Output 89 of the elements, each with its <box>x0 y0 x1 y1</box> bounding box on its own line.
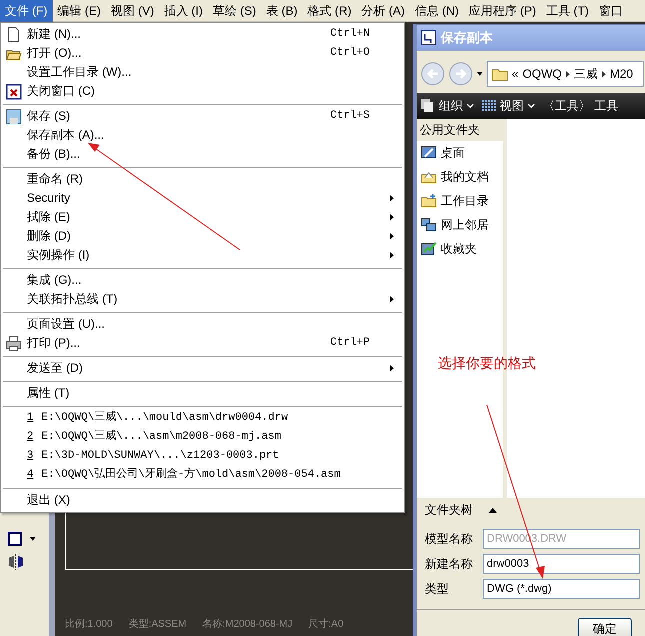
menu-item[interactable]: 退出 (X) <box>27 491 394 510</box>
field-label: 模型名称 <box>425 530 474 548</box>
shortcut-text: Ctrl+S <box>330 109 370 124</box>
forward-icon <box>449 62 473 86</box>
sidebar-item[interactable]: 桌面 <box>421 141 499 165</box>
menu-bar-item[interactable]: 分析 (A) <box>356 0 410 22</box>
save-icon <box>6 109 22 125</box>
menu-item[interactable]: 4 E:\OQWQ\弘田公司\牙刷盒-方\mold\asm\2008-054.asm <box>3 466 402 485</box>
field-label: 新建名称 <box>425 556 474 572</box>
shortcut-text: Ctrl+P <box>330 336 370 351</box>
close-window-icon <box>6 84 22 100</box>
breadcrumb-item[interactable]: 三威 <box>574 65 598 83</box>
menu-item[interactable]: 发送至 (D) <box>27 359 390 378</box>
menu-item[interactable]: 保存副本 (A)... <box>27 126 394 145</box>
status-text: 名称:M2008-068-MJ <box>202 618 293 632</box>
annotation-text: 选择你要的格式 <box>438 354 536 373</box>
field-label: 类型 <box>425 580 450 598</box>
back-icon <box>421 62 445 86</box>
status-text: 尺寸:A0 <box>308 618 344 632</box>
menu-item[interactable]: 设置工作目录 (W)... <box>27 63 394 82</box>
shortcut-text: Ctrl+N <box>330 27 370 42</box>
menu-bar-item[interactable]: 草绘 (S) <box>208 0 262 22</box>
input-field[interactable]: DWG (*.dwg) <box>483 578 640 598</box>
menu-item[interactable]: 页面设置 (U)... <box>27 315 394 334</box>
menu-item[interactable]: 实例操作 (I) <box>27 246 390 265</box>
window-icon <box>8 532 22 546</box>
menu-item[interactable]: 属性 (T) <box>27 384 394 403</box>
menu-bar-item[interactable]: 格式 (R) <box>302 0 357 22</box>
mirror-icon <box>8 554 24 570</box>
window-icon <box>421 30 437 46</box>
caret-icon <box>30 537 36 541</box>
breadcrumb-item[interactable]: M20 <box>610 65 634 83</box>
menu-item[interactable]: 新建 (N)... <box>27 25 330 44</box>
menu-item[interactable]: Security <box>27 189 390 208</box>
menu-item[interactable]: 关联拓扑总线 (T) <box>27 290 390 309</box>
chevron-down-icon <box>528 104 535 108</box>
status-text: 比例:1.000 <box>65 618 113 632</box>
menu-bar-item[interactable]: 表 (B) <box>261 0 303 22</box>
folder-icon <box>421 193 437 209</box>
folder-icon <box>492 68 508 80</box>
input-field[interactable]: drw0003 <box>483 554 640 574</box>
menu-bar-item[interactable]: 编辑 (E) <box>52 0 106 22</box>
grid-icon <box>482 100 496 112</box>
favorites-icon <box>421 241 437 257</box>
sidebar-item[interactable]: 网上邻居 <box>421 213 499 237</box>
pages-icon <box>421 99 435 113</box>
menu-bar-item[interactable]: 窗口 <box>594 0 628 22</box>
menu-bar-item[interactable]: 应用程序 (P) <box>464 0 542 22</box>
sidebar-item[interactable]: 我的文档 <box>421 165 499 189</box>
menu-item[interactable]: 1 E:\OQWQ\三威\...\mould\asm\drw0004.drw <box>3 409 402 428</box>
shortcut-text: Ctrl+O <box>330 46 370 61</box>
menu-item[interactable]: 拭除 (E) <box>27 208 390 227</box>
menu-item[interactable]: 2 E:\OQWQ\三威\...\asm\m2008-068-mj.asm <box>3 428 402 447</box>
sidebar-item[interactable]: 收藏夹 <box>421 237 499 261</box>
sidebar-item[interactable]: 工作目录 <box>421 189 499 213</box>
menu-bar-item[interactable]: 视图 (V) <box>106 0 160 22</box>
menu-item[interactable]: 打开 (O)... <box>27 44 330 63</box>
caret-icon <box>477 72 483 76</box>
address-bar[interactable]: « OQWQ 三威 M20 <box>487 61 644 87</box>
folder-tree-toggle[interactable]: 文件夹树 <box>417 498 507 522</box>
new-file-icon <box>6 27 22 43</box>
triangle-up-icon <box>489 508 497 512</box>
printer-icon <box>6 336 22 352</box>
network-computers-icon <box>421 217 437 233</box>
menu-item[interactable]: 保存 (S) <box>27 107 330 126</box>
menu-item[interactable]: 3 E:\3D-MOLD\SUNWAY\...\z1203-0003.prt <box>3 447 402 466</box>
chevron-right-icon <box>566 70 570 78</box>
ok-button[interactable]: 确定 <box>578 618 632 636</box>
desktop-icon <box>421 145 437 161</box>
dialog-title: 保存副本 <box>441 29 493 48</box>
toolbar-button[interactable]: 组织 <box>421 97 474 115</box>
breadcrumb-item[interactable]: « <box>512 65 519 83</box>
toolbar-button[interactable]: 视图 <box>482 97 535 115</box>
menu-item[interactable]: 集成 (G)... <box>27 271 394 290</box>
menu-item[interactable]: 备份 (B)... <box>27 145 394 164</box>
menu-bar-item[interactable]: 信息 (N) <box>410 0 464 22</box>
toolbar-button[interactable]: 〈工具〉 工具 <box>543 97 618 115</box>
menu-item[interactable]: 重命名 (R) <box>27 170 394 189</box>
menu-item[interactable]: 关闭窗口 (C) <box>27 82 394 101</box>
status-text: 类型:ASSEM <box>128 618 187 632</box>
menu-item[interactable]: 打印 (P)... <box>27 334 330 353</box>
breadcrumb-item[interactable]: OQWQ <box>522 65 562 83</box>
menu-bar-item[interactable]: 工具 (T) <box>541 0 594 22</box>
section-header: 公用文件夹 <box>419 122 481 139</box>
chevron-down-icon <box>467 104 474 108</box>
menu-item[interactable]: 删除 (D) <box>27 227 390 246</box>
chevron-right-icon <box>602 70 606 78</box>
menu-bar-item[interactable]: 插入 (I) <box>159 0 208 22</box>
menu-bar-item[interactable]: 文件 (F) <box>0 0 53 22</box>
